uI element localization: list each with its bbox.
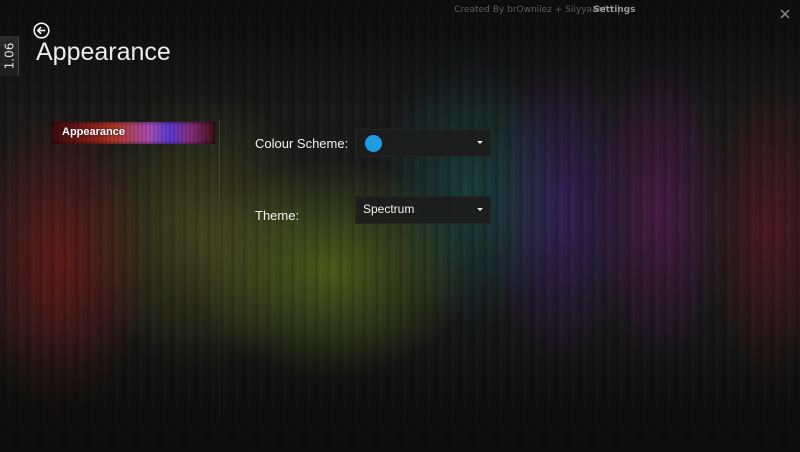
background-streaks bbox=[0, 0, 800, 452]
version-label: 1.06 bbox=[2, 42, 16, 70]
settings-link[interactable]: Settings bbox=[593, 5, 635, 15]
credit-text: Created By brOwniiez + Siiyyaahh bbox=[454, 5, 609, 15]
back-arrow-icon bbox=[33, 22, 50, 39]
background-vignette bbox=[0, 0, 800, 452]
page-title: Appearance bbox=[36, 38, 171, 66]
chevron-down-icon bbox=[477, 141, 483, 144]
theme-dropdown[interactable]: Spectrum bbox=[355, 196, 491, 224]
colour-swatch bbox=[365, 135, 382, 152]
theme-label: Theme: bbox=[255, 208, 300, 223]
settings-window: Created By brOwniiez + Siiyyaahh Setting… bbox=[0, 0, 800, 452]
theme-value: Spectrum bbox=[363, 202, 415, 216]
back-button[interactable] bbox=[33, 22, 50, 39]
close-button[interactable] bbox=[778, 6, 792, 20]
colour-scheme-dropdown[interactable] bbox=[355, 129, 491, 157]
chevron-down-icon bbox=[477, 208, 483, 211]
nav-divider bbox=[219, 120, 220, 420]
version-tab: 1.06 bbox=[0, 36, 19, 76]
nav-item-appearance[interactable]: Appearance bbox=[51, 122, 215, 144]
nav-item-label: Appearance bbox=[62, 126, 125, 138]
colour-scheme-label: Colour Scheme: bbox=[255, 136, 349, 151]
close-icon bbox=[780, 9, 790, 19]
